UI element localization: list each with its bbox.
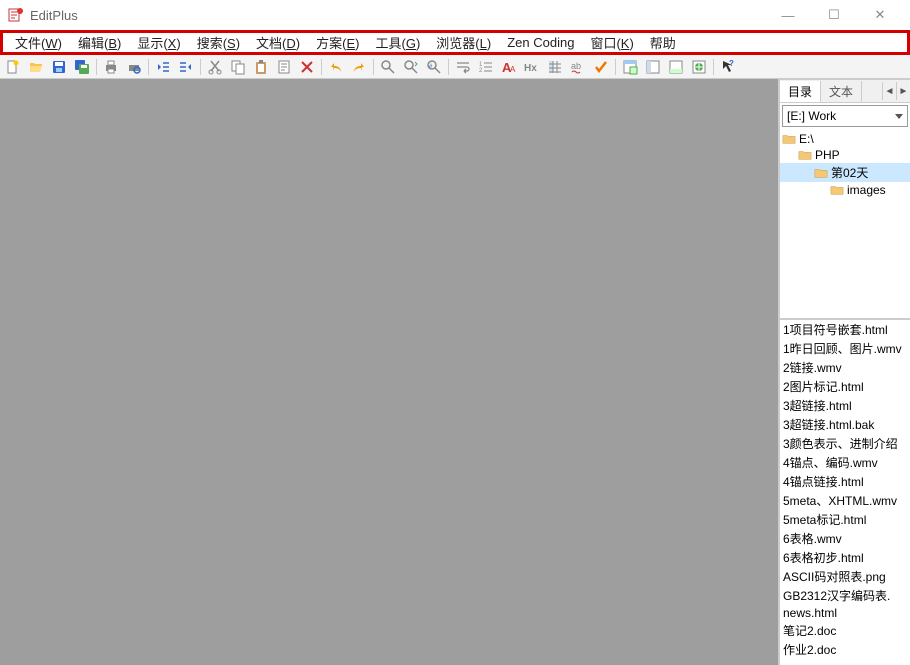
menu-E[interactable]: 方案(E) <box>308 31 367 54</box>
file-item[interactable]: 1昨日回顾、图片.wmv <box>780 339 910 358</box>
find-replace-icon[interactable] <box>400 57 422 77</box>
file-item[interactable]: 1项目符号嵌套.html <box>780 320 910 339</box>
save-icon[interactable] <box>48 57 70 77</box>
drive-selector[interactable]: [E:] Work <box>782 105 908 127</box>
file-item[interactable]: 3颜色表示、进制介绍 <box>780 434 910 453</box>
font-large-icon[interactable]: AA <box>498 57 520 77</box>
menu-S[interactable]: 搜索(S) <box>189 31 248 54</box>
hex-view-icon[interactable]: Hx <box>521 57 543 77</box>
browser-preview-icon[interactable] <box>688 57 710 77</box>
goto-icon[interactable]: # <box>423 57 445 77</box>
tab-next-icon[interactable]: ► <box>896 82 910 100</box>
file-item[interactable]: 4锚点、编码.wmv <box>780 453 910 472</box>
sidebar-tab-text[interactable]: 文本 <box>821 81 862 102</box>
sidebar-tab-nav: ◄ ► <box>882 82 910 100</box>
close-button[interactable]: ✕ <box>866 5 894 25</box>
line-numbers-icon[interactable]: 12 <box>475 57 497 77</box>
help-arrow-icon[interactable]: ? <box>717 57 739 77</box>
toolbar: #12AA Hx ab? <box>0 55 910 79</box>
menu-K[interactable]: 窗口(K) <box>582 31 641 54</box>
file-item[interactable]: 作业2.doc <box>780 640 910 659</box>
svg-text:2: 2 <box>479 68 483 74</box>
file-item[interactable]: 2图片标记.html <box>780 377 910 396</box>
menu-D[interactable]: 文档(D) <box>248 31 308 54</box>
titlebar: EditPlus — ☐ ✕ <box>0 0 910 30</box>
app-title: EditPlus <box>30 8 774 23</box>
svg-text:A: A <box>510 65 516 74</box>
folder-第02天[interactable]: 第02天 <box>780 163 910 182</box>
menu-G[interactable]: 工具(G) <box>367 31 428 54</box>
workspace: 目录 文本 ◄ ► [E:] Work E:\PHP第02天images 1项目… <box>0 79 910 665</box>
find-icon[interactable] <box>377 57 399 77</box>
window-controls: — ☐ ✕ <box>774 5 902 25</box>
word-wrap-icon[interactable] <box>452 57 474 77</box>
menu-X[interactable]: 显示(X) <box>129 31 188 54</box>
column-select-icon[interactable] <box>544 57 566 77</box>
toggle-dir-icon[interactable] <box>642 57 664 77</box>
cut-icon[interactable] <box>204 57 226 77</box>
file-item[interactable]: 笔记2.doc <box>780 621 910 640</box>
minimize-button[interactable]: — <box>774 5 802 25</box>
save-all-icon[interactable] <box>71 57 93 77</box>
sidebar-tab-directory[interactable]: 目录 <box>780 81 821 102</box>
browser-mode-icon[interactable] <box>619 57 641 77</box>
menu-Zen Coding[interactable]: Zen Coding <box>499 33 582 52</box>
svg-text:Hx: Hx <box>524 63 537 74</box>
menu-B[interactable]: 编辑(B) <box>70 31 129 54</box>
indent-right-icon[interactable] <box>175 57 197 77</box>
folder-PHP[interactable]: PHP <box>780 147 910 163</box>
svg-text:ab: ab <box>571 61 581 71</box>
open-file-icon[interactable] <box>25 57 47 77</box>
sidebar: 目录 文本 ◄ ► [E:] Work E:\PHP第02天images 1项目… <box>780 79 910 665</box>
svg-text:?: ? <box>729 59 734 68</box>
sidebar-tabs: 目录 文本 ◄ ► <box>780 79 910 103</box>
maximize-button[interactable]: ☐ <box>820 5 848 25</box>
show-output-icon[interactable] <box>665 57 687 77</box>
new-file-icon[interactable] <box>2 57 24 77</box>
menu-帮助[interactable]: 帮助 <box>642 31 684 54</box>
redo-icon[interactable] <box>348 57 370 77</box>
file-item[interactable]: 3超链接.html <box>780 396 910 415</box>
copy-icon[interactable] <box>227 57 249 77</box>
app-icon <box>8 7 24 23</box>
file-item[interactable]: GB2312汉字编码表. <box>780 586 910 605</box>
file-item[interactable]: ASCII码对照表.png <box>780 567 910 586</box>
paste-icon[interactable] <box>250 57 272 77</box>
file-item[interactable]: 6表格初步.html <box>780 548 910 567</box>
folder-images[interactable]: images <box>780 182 910 198</box>
clipboard-icon[interactable] <box>273 57 295 77</box>
file-item[interactable]: 6表格.wmv <box>780 529 910 548</box>
indent-left-icon[interactable] <box>152 57 174 77</box>
file-item[interactable]: 5meta、XHTML.wmv <box>780 491 910 510</box>
menu-L[interactable]: 浏览器(L) <box>428 31 499 54</box>
file-item[interactable]: 4锚点链接.html <box>780 472 910 491</box>
print-icon[interactable] <box>100 57 122 77</box>
menu-W[interactable]: 文件(W) <box>7 31 70 54</box>
file-list: 1项目符号嵌套.html1昨日回顾、图片.wmv2链接.wmv2图片标记.htm… <box>780 319 910 665</box>
editor-area <box>0 79 780 665</box>
undo-icon[interactable] <box>325 57 347 77</box>
print-preview-icon[interactable] <box>123 57 145 77</box>
file-item[interactable]: 2链接.wmv <box>780 358 910 377</box>
delete-icon[interactable] <box>296 57 318 77</box>
file-item[interactable]: news.html <box>780 605 910 621</box>
file-item[interactable]: 5meta标记.html <box>780 510 910 529</box>
folder-tree: E:\PHP第02天images <box>780 129 910 319</box>
menubar: 文件(W)编辑(B)显示(X)搜索(S)文档(D)方案(E)工具(G)浏览器(L… <box>0 30 910 55</box>
tab-prev-icon[interactable]: ◄ <box>882 82 896 100</box>
folder-E:\[interactable]: E:\ <box>780 131 910 147</box>
file-item[interactable]: 3超链接.html.bak <box>780 415 910 434</box>
check-mark-icon[interactable] <box>590 57 612 77</box>
spell-check-icon[interactable]: ab <box>567 57 589 77</box>
